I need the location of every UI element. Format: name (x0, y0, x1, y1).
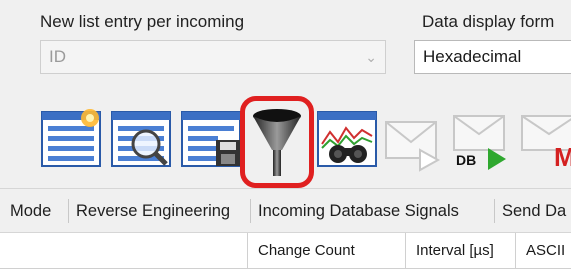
list-entry-label: New list entry per incoming (40, 12, 245, 31)
display-format-select[interactable]: Hexadecimal (414, 40, 571, 74)
tab-incoming-database-signals[interactable]: Incoming Database Signals (258, 189, 494, 233)
list-save-icon[interactable] (180, 108, 242, 170)
chevron-down-icon: ⌄ (365, 49, 377, 65)
m-letter: M (554, 142, 571, 172)
table-row (0, 269, 571, 280)
column-header-change-count[interactable]: Change Count (248, 233, 406, 269)
list-search-icon[interactable] (110, 108, 172, 170)
tab-divider (250, 199, 251, 223)
tab-bar: Mode Reverse Engineering Incoming Databa… (0, 188, 571, 233)
column-header-interval[interactable]: Interval [µs] (406, 233, 516, 269)
list-star-icon[interactable] (40, 108, 102, 170)
column-header-ascii[interactable]: ASCII (516, 233, 571, 269)
tab-divider (68, 199, 69, 223)
send-message-m-icon[interactable]: M (520, 112, 571, 174)
send-db-message-icon[interactable]: DB (450, 112, 510, 174)
db-label: DB (456, 152, 477, 168)
filter-highlight-frame (240, 96, 314, 188)
tab-divider (494, 199, 495, 223)
list-entry-select[interactable]: ID ⌄ (40, 40, 386, 74)
send-message-icon[interactable] (384, 114, 442, 174)
data-table: Change Count Interval [µs] ASCII (0, 233, 571, 280)
column-header[interactable] (0, 233, 248, 269)
tab-send-data[interactable]: Send Da (502, 189, 571, 233)
display-format-value: Hexadecimal (423, 47, 522, 66)
list-entry-value: ID (49, 47, 66, 66)
tab-reverse-engineering[interactable]: Reverse Engineering (76, 189, 248, 233)
chart-binoculars-icon[interactable] (316, 108, 378, 170)
display-format-label: Data display form (422, 12, 555, 31)
tab-mode[interactable]: Mode (10, 189, 70, 233)
